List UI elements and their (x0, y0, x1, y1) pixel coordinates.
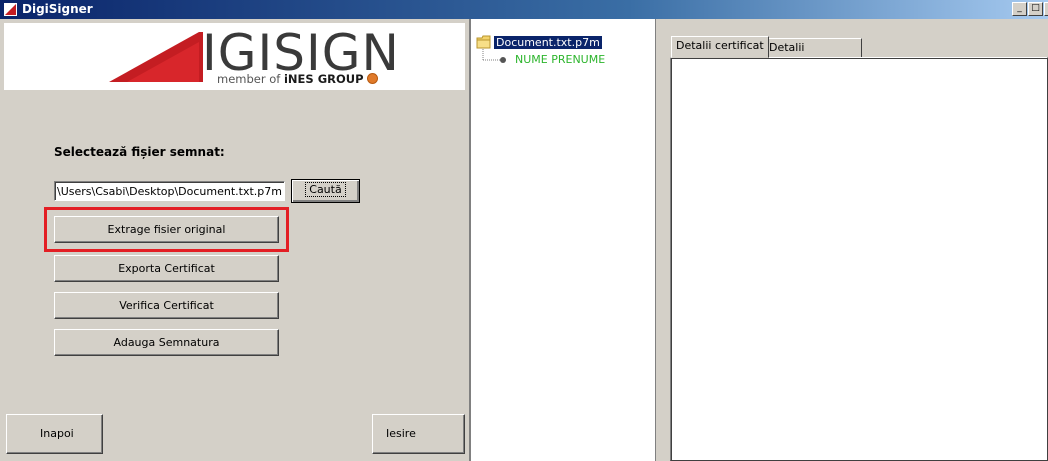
tab-content (670, 57, 1048, 461)
signature-tree[interactable]: Document.txt.p7m NUME PRENUME (471, 19, 655, 461)
splitter[interactable] (655, 19, 663, 461)
logo-tagline: member of iNES GROUP (217, 72, 379, 86)
tab-full-details[interactable]: Detalii complete (764, 38, 862, 72)
folder-icon (476, 35, 491, 49)
file-path-input[interactable] (54, 181, 285, 201)
verify-certificate-button[interactable]: Verifica Certificat (54, 292, 279, 319)
exit-button[interactable]: Iesire (372, 414, 465, 454)
minimize-button[interactable]: _ (1012, 2, 1027, 16)
signer-bullet-icon (500, 57, 506, 63)
select-file-label: Selectează fișier semnat: (54, 145, 225, 159)
close-button[interactable]: x (1044, 2, 1048, 16)
search-button-label: Caută (305, 182, 346, 197)
logo-tagline-prefix: member of (217, 72, 281, 86)
tree-connector (482, 49, 500, 61)
export-certificate-button[interactable]: Exporta Certificat (54, 255, 279, 282)
tree-root-item[interactable]: Document.txt.p7m (494, 36, 602, 49)
title-bar: DigiSigner _ □ x (0, 0, 1048, 19)
left-panel: IGISIGN member of iNES GROUP Selectează … (0, 19, 469, 461)
tab-certificate-details[interactable]: Detalii certificat (671, 36, 769, 58)
logo-tagline-brand: iNES GROUP (283, 72, 364, 86)
logo-swoosh-icon (109, 32, 203, 82)
tree-signer-item[interactable]: NUME PRENUME (515, 53, 605, 66)
details-panel: Detalii certificat Detalii complete (663, 19, 1048, 461)
search-button[interactable]: Caută (291, 179, 360, 203)
highlight-frame (44, 207, 289, 252)
ines-logo-icon (367, 73, 379, 84)
window-title: DigiSigner (22, 2, 93, 16)
maximize-button[interactable]: □ (1028, 2, 1043, 16)
add-signature-button[interactable]: Adauga Semnatura (54, 329, 279, 356)
app-icon (4, 3, 17, 16)
back-button[interactable]: Inapoi (6, 414, 103, 454)
logo: IGISIGN member of iNES GROUP (4, 23, 465, 90)
